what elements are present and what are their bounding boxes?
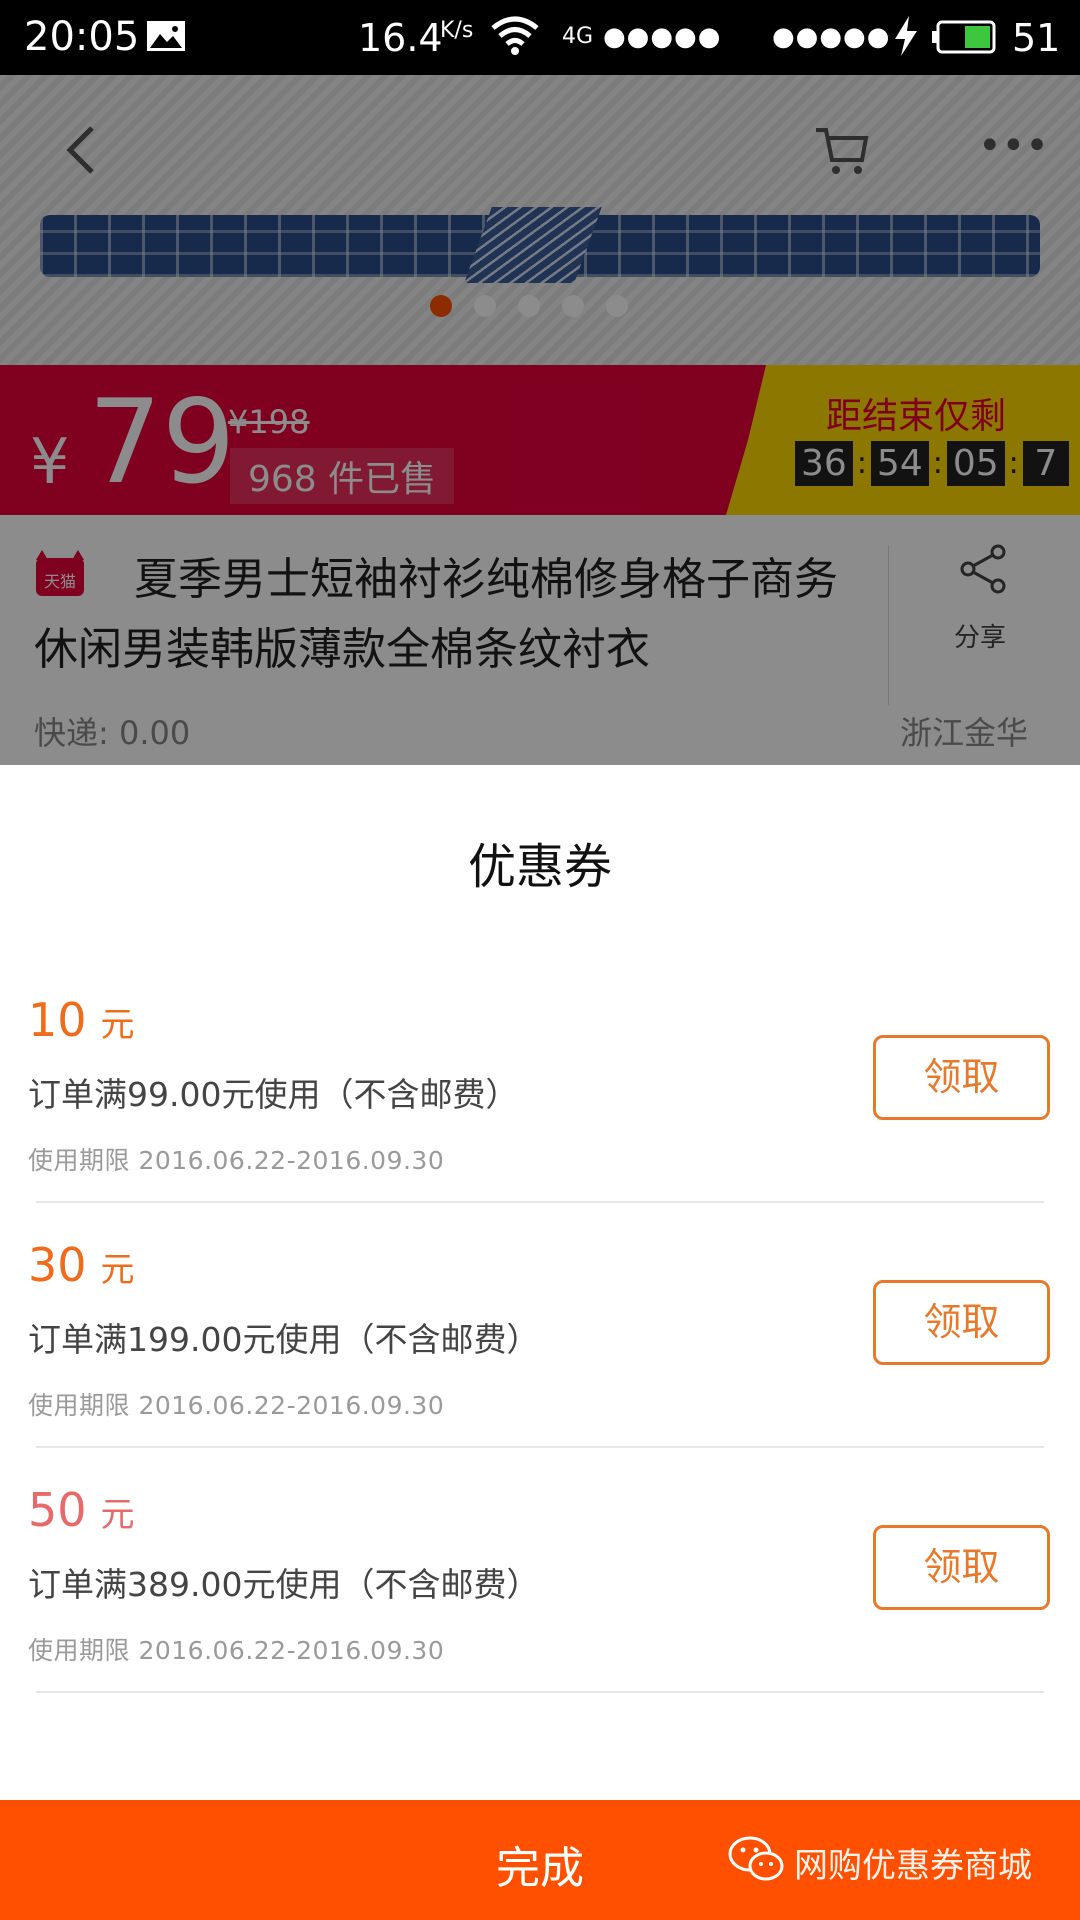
coupon-condition: 订单满199.00元使用（不含邮费） [28, 1320, 540, 1359]
network-speed-unit: K/s [440, 18, 474, 43]
coupon-period: 使用期限 2016.06.22-2016.09.30 [28, 1146, 445, 1175]
coupon-divider [36, 1446, 1044, 1448]
claim-coupon-button[interactable]: 领取 [873, 1035, 1050, 1120]
watermark-text: 网购优惠券商城 [794, 1846, 1032, 1886]
wechat-icon [728, 1836, 784, 1881]
battery-icon [932, 20, 996, 54]
modal-backdrop[interactable] [0, 75, 1080, 765]
wifi-icon [491, 16, 539, 55]
claim-coupon-button[interactable]: 领取 [873, 1525, 1050, 1610]
coupon-condition: 订单满389.00元使用（不含邮费） [28, 1565, 540, 1604]
signal-strength-1: ●●●●● [603, 22, 722, 52]
status-bar: 20:05 16.4 K/s 4G ●●●●● ●●●●● 51 [0, 0, 1080, 75]
claim-coupon-button[interactable]: 领取 [873, 1280, 1050, 1365]
coupon-sheet: 优惠券 10 元 订单满99.00元使用（不含邮费） 使用期限 2016.06.2… [0, 765, 1080, 1920]
coupon-condition: 订单满99.00元使用（不含邮费） [28, 1075, 519, 1114]
coupon-period: 使用期限 2016.06.22-2016.09.30 [28, 1391, 445, 1420]
image-notification-icon [147, 21, 185, 51]
battery-level: 51 [1012, 16, 1061, 60]
sheet-title: 优惠券 [467, 839, 612, 895]
network-type: 4G [562, 24, 594, 49]
coupon-period: 使用期限 2016.06.22-2016.09.30 [28, 1636, 445, 1665]
coupon-divider [36, 1201, 1044, 1203]
network-speed: 16.4 [358, 16, 443, 60]
charging-icon [895, 16, 917, 56]
status-time: 20:05 [24, 14, 140, 60]
signal-strength-2: ●●●●● [772, 22, 891, 52]
coupon-amount: 10 元 [28, 993, 135, 1047]
coupon-amount: 30 元 [28, 1238, 135, 1292]
done-button[interactable]: 完成 网购优惠券商城 [0, 1800, 1080, 1920]
coupon-amount: 50 元 [28, 1483, 135, 1537]
coupon-divider [36, 1691, 1044, 1693]
